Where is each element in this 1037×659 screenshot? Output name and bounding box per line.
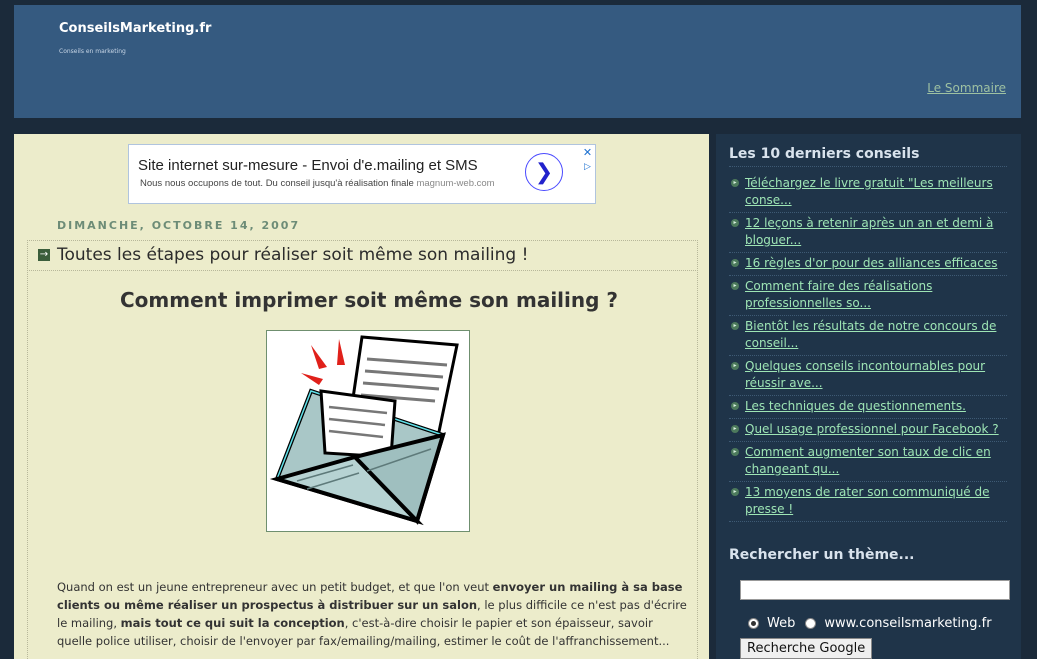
bullet-arrow-icon: ▸ xyxy=(731,448,739,456)
blog-header: ConseilsMarketing.fr Conseils en marketi… xyxy=(14,5,1021,118)
post-title: Toutes les étapes pour réaliser soit mêm… xyxy=(57,245,529,265)
blog-title-link[interactable]: ConseilsMarketing.fr xyxy=(59,21,211,36)
bullet-arrow-icon: ▸ xyxy=(731,425,739,433)
search-scope: Web www.conseilsmarketing.fr xyxy=(748,616,992,631)
recent-post-link[interactable]: 13 moyens de rater son communiqué de pre… xyxy=(745,485,990,516)
bullet-arrow-icon: ▸ xyxy=(731,322,739,330)
chevron-right-icon[interactable]: ❯ xyxy=(525,153,563,191)
search-input[interactable] xyxy=(740,580,1010,600)
recent-post-link[interactable]: Téléchargez le livre gratuit "Les meille… xyxy=(745,176,993,207)
blog-description: Conseils en marketing xyxy=(59,48,126,55)
bullet-arrow-icon: ▸ xyxy=(731,179,739,187)
recent-posts-title: Les 10 derniers conseils xyxy=(729,146,1007,167)
radio-site[interactable] xyxy=(805,618,817,629)
list-item: ▸ 12 leçons à retenir après un an et demi… xyxy=(729,213,1007,253)
post-heading: Comment imprimer soit même son mailing ? xyxy=(119,288,619,312)
list-item: ▸ 16 règles d'or pour des alliances effic… xyxy=(729,253,1007,276)
close-icon[interactable]: ✕ xyxy=(581,146,594,159)
adchoices-icon[interactable]: ▷ xyxy=(581,161,594,174)
list-item: ▸ Quelques conseils incontournables pour … xyxy=(729,356,1007,396)
recent-post-link[interactable]: 12 leçons à retenir après un an et demi … xyxy=(745,216,993,247)
radio-web-label: Web xyxy=(767,616,796,631)
list-item: ▸ 13 moyens de rater son communiqué de pr… xyxy=(729,482,1007,522)
bullet-arrow-icon: ▸ xyxy=(731,259,739,267)
envelope-letter-illustration xyxy=(266,330,470,532)
ad-description: Nous nous occupons de tout. Du conseil j… xyxy=(140,178,495,189)
radio-site-label: www.conseilsmarketing.fr xyxy=(824,616,992,631)
list-item: ▸ Comment augmenter son taux de clic en c… xyxy=(729,442,1007,482)
post-body-bold: mais tout ce qui suit la conception xyxy=(120,616,345,630)
recent-post-link[interactable]: Comment augmenter son taux de clic en ch… xyxy=(745,445,991,476)
arrow-right-icon: → xyxy=(38,249,50,261)
envelope-icon xyxy=(267,331,469,531)
sommaire-link[interactable]: Le Sommaire xyxy=(927,81,1006,95)
list-item: ▸ Les techniques de questionnements. xyxy=(729,396,1007,419)
post-body: Quand on est un jeune entrepreneur avec … xyxy=(57,578,687,650)
bullet-arrow-icon: ▸ xyxy=(731,282,739,290)
bullet-arrow-icon: ▸ xyxy=(731,362,739,370)
post-date: DIMANCHE, OCTOBRE 14, 2007 xyxy=(57,219,301,232)
search-title: Rechercher un thème... xyxy=(729,547,915,563)
ad-title[interactable]: Site internet sur-mesure - Envoi d'e.mai… xyxy=(138,157,478,174)
recent-post-link[interactable]: Comment faire des réalisations professio… xyxy=(745,279,932,310)
ad-domain: magnum-web.com xyxy=(416,178,495,189)
recent-post-link[interactable]: Les techniques de questionnements. xyxy=(745,399,966,413)
recent-post-link[interactable]: Quelques conseils incontournables pour r… xyxy=(745,359,985,390)
bullet-arrow-icon: ▸ xyxy=(731,219,739,227)
main-column: Site internet sur-mesure - Envoi d'e.mai… xyxy=(14,134,709,659)
search-button[interactable]: Recherche Google xyxy=(740,638,873,659)
list-item: ▸ Quel usage professionnel pour Facebook … xyxy=(729,419,1007,442)
sidebar: Les 10 derniers conseils ▸ Téléchargez le… xyxy=(716,134,1021,659)
post-title-row: → Toutes les étapes pour réaliser soit m… xyxy=(27,240,696,271)
radio-web[interactable] xyxy=(748,618,759,629)
post-body-text: Quand on est un jeune entrepreneur avec … xyxy=(57,580,493,594)
recent-post-link[interactable]: Bientôt les résultats de notre concours … xyxy=(745,319,996,350)
bullet-arrow-icon: ▸ xyxy=(731,402,739,410)
recent-posts-list: ▸ Téléchargez le livre gratuit "Les meill… xyxy=(729,173,1007,522)
recent-post-link[interactable]: 16 règles d'or pour des alliances effica… xyxy=(745,256,997,270)
recent-post-link[interactable]: Quel usage professionnel pour Facebook ? xyxy=(745,422,999,436)
list-item: ▸ Comment faire des réalisations professi… xyxy=(729,276,1007,316)
ad-banner[interactable]: Site internet sur-mesure - Envoi d'e.mai… xyxy=(128,144,596,204)
ad-description-text: Nous nous occupons de tout. Du conseil j… xyxy=(140,178,414,189)
list-item: ▸ Téléchargez le livre gratuit "Les meill… xyxy=(729,173,1007,213)
bullet-arrow-icon: ▸ xyxy=(731,488,739,496)
list-item: ▸ Bientôt les résultats de notre concours… xyxy=(729,316,1007,356)
